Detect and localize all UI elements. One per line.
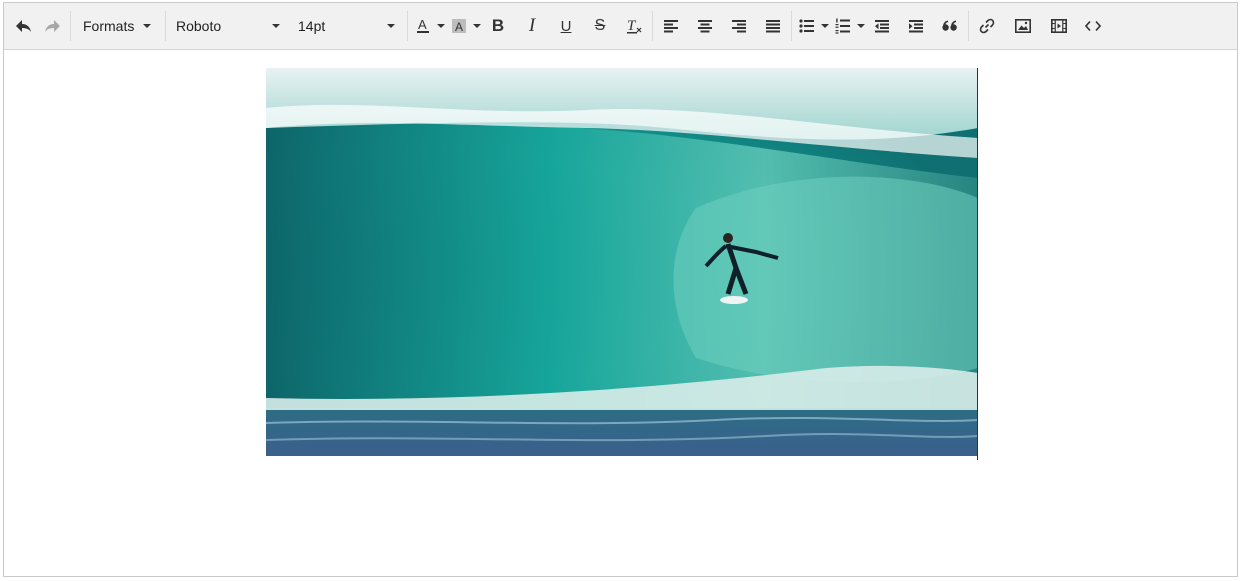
background-color-dropdown[interactable] [470, 11, 484, 41]
separator [791, 11, 792, 41]
indent-button[interactable] [902, 11, 930, 41]
blockquote-button[interactable] [936, 11, 964, 41]
strikethrough-icon: S [594, 17, 606, 34]
align-right-icon [732, 20, 746, 33]
surfer-wave-image[interactable] [266, 68, 978, 456]
chevron-down-icon [821, 24, 829, 28]
bold-button[interactable]: B [484, 11, 512, 41]
separator [652, 11, 653, 41]
font-size-dropdown[interactable]: 14pt [288, 11, 403, 41]
media-icon [1051, 19, 1067, 33]
separator [968, 11, 969, 41]
indent-icon [909, 20, 923, 33]
text-color-button[interactable]: A [412, 11, 434, 41]
text-color-icon: A [417, 17, 429, 33]
bold-icon: B [491, 16, 505, 35]
svg-text:A: A [455, 20, 463, 34]
numbered-list-icon [835, 18, 850, 34]
insert-media-button[interactable] [1045, 11, 1073, 41]
chevron-down-icon [387, 24, 395, 28]
numbered-list-dropdown[interactable] [854, 11, 868, 41]
image-edge [977, 68, 978, 460]
bullet-list-dropdown[interactable] [818, 11, 832, 41]
chevron-down-icon [857, 24, 865, 28]
italic-icon: I [528, 15, 536, 36]
align-right-button[interactable] [725, 11, 753, 41]
separator [165, 11, 166, 41]
align-left-button[interactable] [657, 11, 685, 41]
link-icon [979, 18, 995, 34]
redo-button[interactable] [38, 11, 66, 41]
svg-text:T: T [627, 18, 637, 34]
font-family-value: Roboto [176, 18, 222, 34]
align-center-icon [698, 20, 712, 33]
editor-content-area[interactable] [4, 50, 1237, 576]
insert-image-button[interactable] [1009, 11, 1037, 41]
bullet-list-icon [799, 19, 814, 33]
numbered-list-split-button [832, 11, 868, 41]
font-size-value: 14pt [298, 18, 326, 34]
toolbar: Formats Roboto 14pt A A B I U S T [4, 3, 1237, 50]
code-icon [1085, 20, 1101, 32]
outdent-icon [875, 20, 889, 33]
italic-button[interactable]: I [518, 11, 546, 41]
bullet-list-split-button [796, 11, 832, 41]
underline-button[interactable]: U [552, 11, 580, 41]
chevron-down-icon [143, 24, 151, 28]
svg-text:A: A [418, 17, 427, 32]
strikethrough-button[interactable]: S [586, 11, 614, 41]
background-color-button[interactable]: A [448, 11, 470, 41]
clear-format-icon: T [627, 18, 642, 34]
chevron-down-icon [437, 24, 445, 28]
chevron-down-icon [473, 24, 481, 28]
source-code-button[interactable] [1079, 11, 1107, 41]
redo-icon [45, 20, 60, 32]
undo-button[interactable] [10, 11, 38, 41]
numbered-list-button[interactable] [832, 11, 854, 41]
font-family-dropdown[interactable]: Roboto [170, 11, 288, 41]
underline-icon: U [560, 17, 572, 35]
align-justify-button[interactable] [759, 11, 787, 41]
formats-label: Formats [83, 18, 135, 34]
bullet-list-button[interactable] [796, 11, 818, 41]
align-left-icon [664, 20, 678, 33]
quote-icon [942, 20, 957, 31]
image-icon [1015, 19, 1031, 33]
background-color-icon: A [452, 19, 466, 34]
background-color-split-button: A [448, 11, 484, 41]
insert-link-button[interactable] [973, 11, 1001, 41]
text-color-dropdown[interactable] [434, 11, 448, 41]
chevron-down-icon [272, 24, 280, 28]
rich-text-editor: Formats Roboto 14pt A A B I U S T [3, 2, 1238, 577]
undo-icon [16, 20, 31, 32]
align-justify-icon [766, 20, 780, 33]
outdent-button[interactable] [868, 11, 896, 41]
text-color-split-button: A [412, 11, 448, 41]
separator [407, 11, 408, 41]
separator [70, 11, 71, 41]
align-center-button[interactable] [691, 11, 719, 41]
clear-format-button[interactable]: T [620, 11, 648, 41]
formats-dropdown[interactable]: Formats [75, 11, 161, 41]
